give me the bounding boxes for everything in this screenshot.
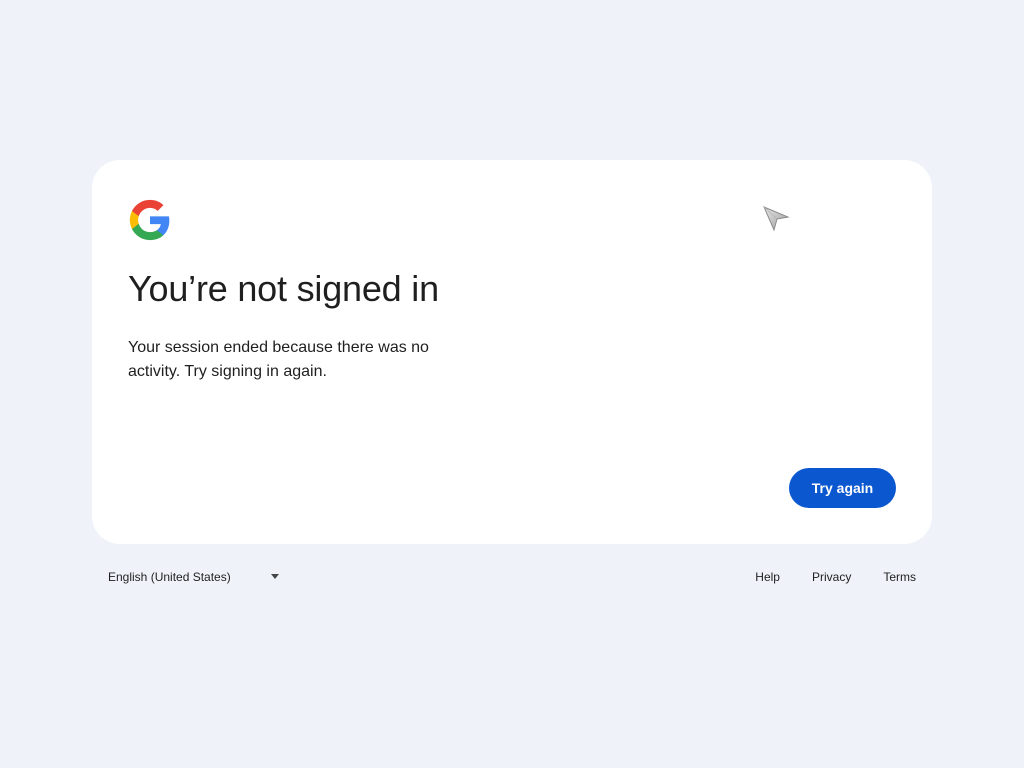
session-message: Your session ended because there was no … bbox=[128, 339, 429, 380]
help-link[interactable]: Help bbox=[739, 570, 796, 584]
language-selector[interactable]: English (United States) bbox=[98, 560, 288, 594]
signed-out-card: You’re not signed in Your session ended … bbox=[92, 160, 932, 544]
privacy-link[interactable]: Privacy bbox=[796, 570, 867, 584]
page-title: You’re not signed in bbox=[128, 268, 439, 309]
footer-links: Help Privacy Terms bbox=[739, 560, 932, 594]
caret-down-icon bbox=[271, 574, 279, 579]
mouse-pointer-icon bbox=[763, 206, 790, 232]
language-label: English (United States) bbox=[108, 570, 231, 584]
try-again-button[interactable]: Try again bbox=[789, 468, 896, 508]
google-logo-icon bbox=[129, 199, 170, 241]
terms-link[interactable]: Terms bbox=[867, 570, 932, 584]
footer: English (United States) Help Privacy Ter… bbox=[92, 560, 932, 594]
